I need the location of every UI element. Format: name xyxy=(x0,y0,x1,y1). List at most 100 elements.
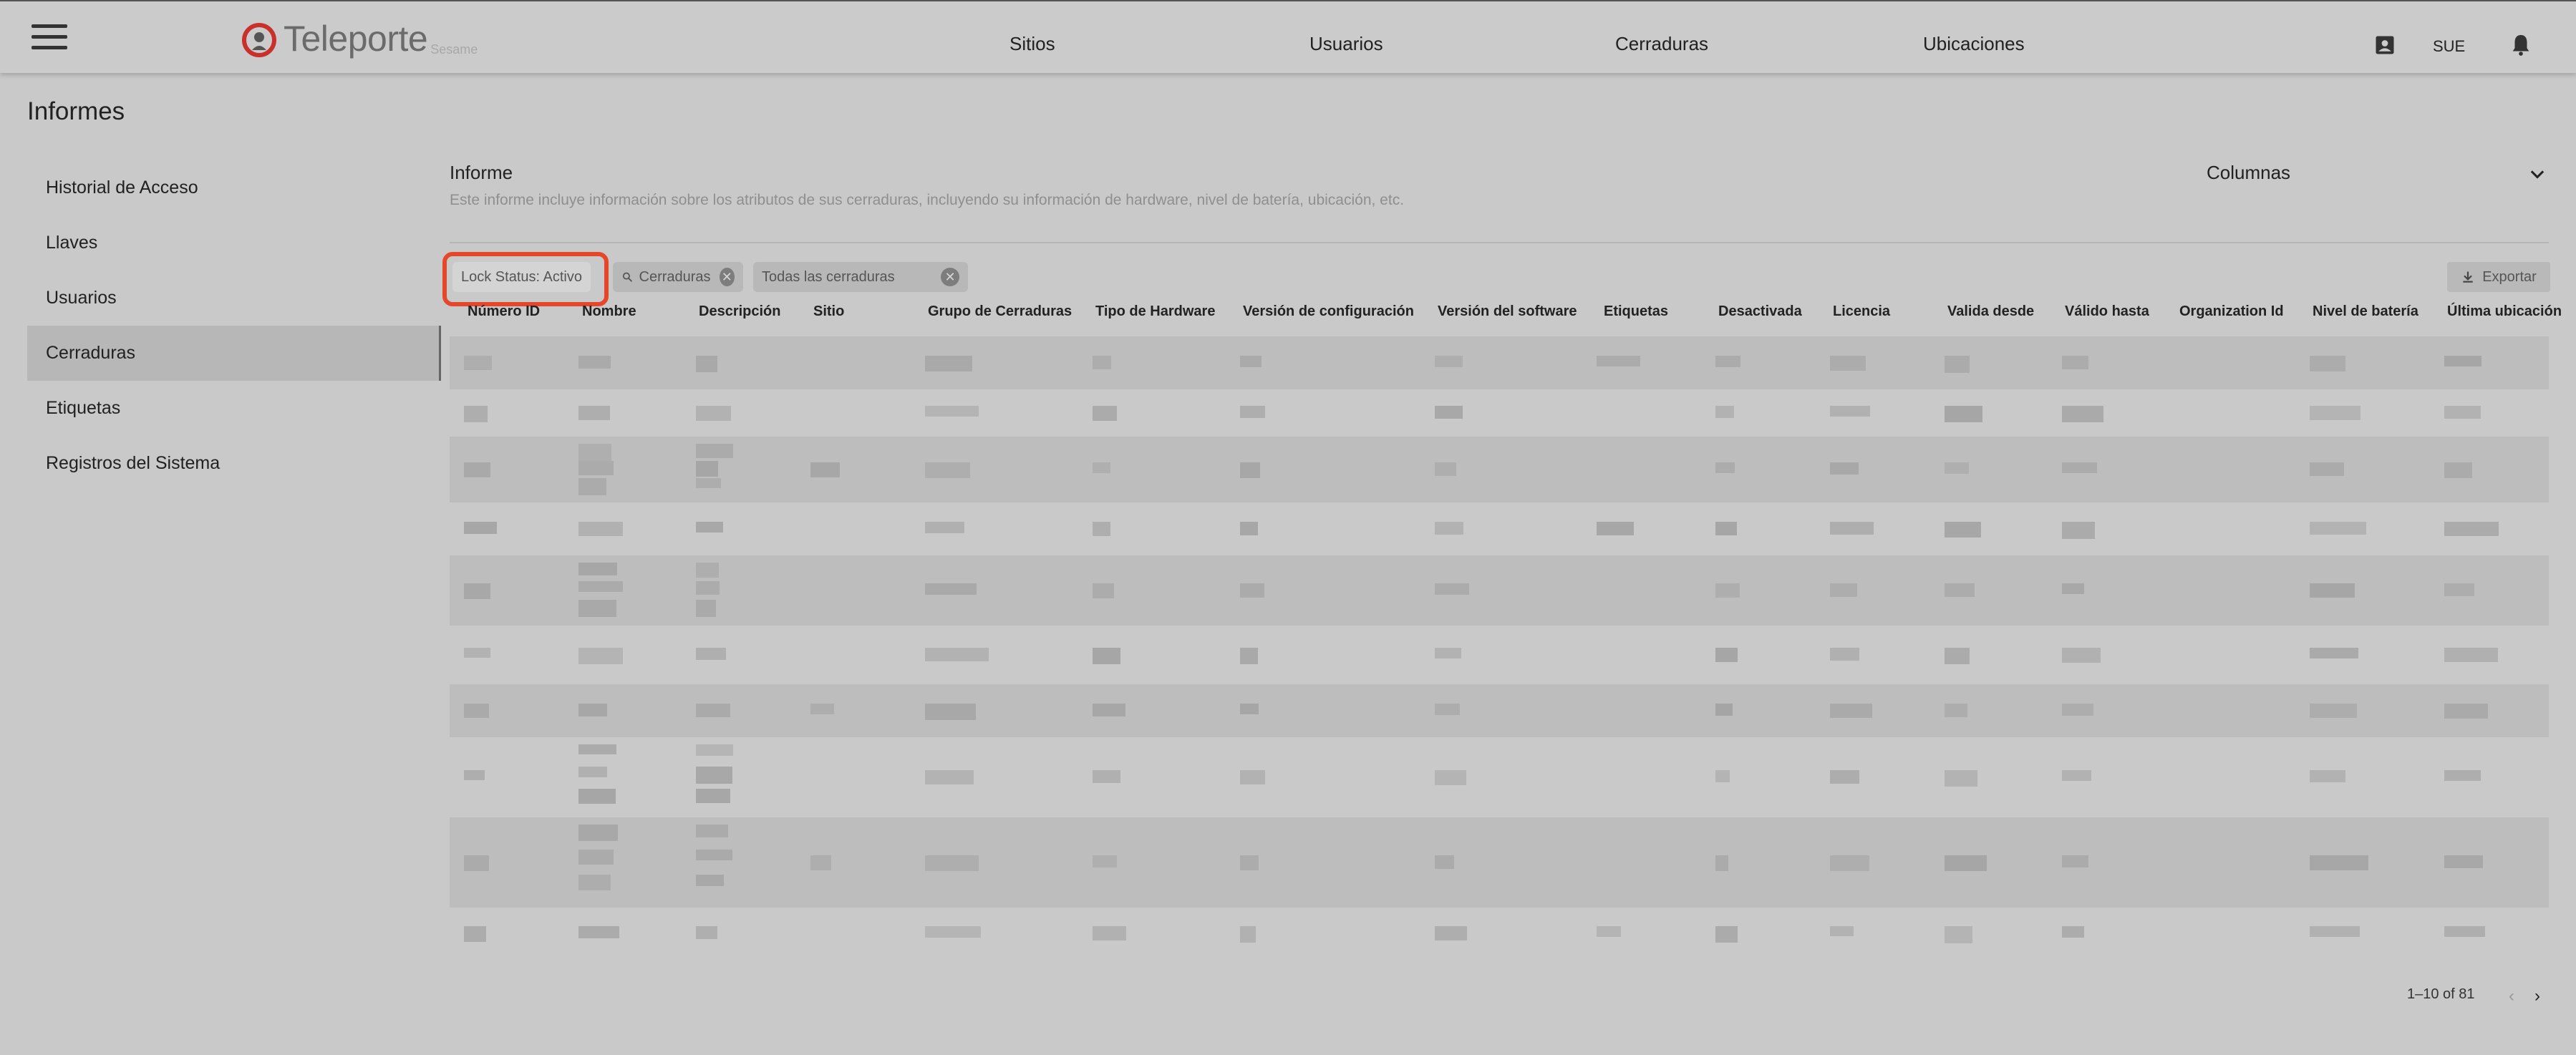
nav-usuarios[interactable]: Usuarios xyxy=(1309,33,1383,55)
blurred-cell xyxy=(1945,704,1967,717)
col-header[interactable]: Válido hasta xyxy=(2065,303,2149,320)
table-row[interactable] xyxy=(450,389,2549,437)
col-header[interactable]: Etiquetas xyxy=(1604,303,1668,320)
blurred-cell xyxy=(1240,648,1258,664)
sidebar-item-usuarios[interactable]: Usuarios xyxy=(27,271,441,326)
nav-sitios[interactable]: Sitios xyxy=(1009,33,1055,55)
report-heading: Informe xyxy=(450,162,513,183)
table-row[interactable] xyxy=(450,817,2549,908)
blurred-cell xyxy=(925,522,964,533)
table-header: Número ID Nombre Descripción Sitio Grupo… xyxy=(450,301,2562,335)
blurred-cell xyxy=(1945,356,1970,373)
blurred-cell xyxy=(2444,406,2481,419)
blurred-cell xyxy=(2444,855,2483,868)
sidebar-item-historial[interactable]: Historial de Acceso xyxy=(27,160,441,215)
blurred-cell xyxy=(696,850,732,860)
col-header[interactable]: Nombre xyxy=(582,303,636,320)
blurred-cell xyxy=(1715,648,1738,662)
col-header[interactable]: Versión del software xyxy=(1438,303,1577,320)
brand[interactable]: Teleporte Sesame xyxy=(242,19,478,59)
blurred-cell xyxy=(696,406,731,421)
table-row[interactable] xyxy=(450,502,2549,555)
blurred-cell xyxy=(1945,462,1969,474)
col-header[interactable]: Licencia xyxy=(1833,303,1890,320)
col-header[interactable]: Número ID xyxy=(468,303,540,320)
blurred-cell xyxy=(464,704,489,718)
blurred-cell xyxy=(1093,462,1110,473)
report-description: Este informe incluye información sobre l… xyxy=(450,192,1405,208)
table-row[interactable] xyxy=(450,684,2549,737)
blurred-cell xyxy=(578,478,606,495)
blurred-cell xyxy=(2444,356,2481,366)
prev-page-icon[interactable]: ‹ xyxy=(2509,986,2514,1006)
col-header[interactable]: Desactivada xyxy=(1718,303,1802,320)
table-row[interactable] xyxy=(450,437,2549,502)
clear-icon[interactable]: ✕ xyxy=(941,268,959,286)
blurred-cell xyxy=(2444,704,2488,719)
chevron-down-icon[interactable] xyxy=(2527,165,2547,185)
col-header[interactable]: Tipo de Hardware xyxy=(1095,303,1215,320)
blurred-cell xyxy=(810,855,831,870)
user-label[interactable]: SUE xyxy=(2433,37,2465,56)
next-page-icon[interactable]: › xyxy=(2534,986,2540,1006)
col-header[interactable]: Última ubicación xyxy=(2447,303,2562,320)
sidebar-item-llaves[interactable]: Llaves xyxy=(27,215,441,271)
blurred-cell xyxy=(1830,462,1859,475)
table-row[interactable] xyxy=(450,626,2549,684)
blurred-cell xyxy=(696,600,716,617)
sidebar-item-etiquetas[interactable]: Etiquetas xyxy=(27,381,441,436)
blurred-cell xyxy=(2444,583,2474,596)
blurred-cell xyxy=(1093,583,1114,598)
sidebar-item-cerraduras[interactable]: Cerraduras xyxy=(27,326,441,381)
blurred-cell xyxy=(2310,522,2366,535)
blurred-cell xyxy=(1830,855,1869,871)
blurred-cell xyxy=(1240,406,1265,418)
blurred-cell xyxy=(1715,926,1738,943)
col-header[interactable]: Descripción xyxy=(699,303,780,320)
blurred-cell xyxy=(696,767,732,784)
scope-chip[interactable]: Todas las cerraduras ✕ xyxy=(753,262,968,292)
blurred-cell xyxy=(464,522,497,534)
clear-icon[interactable]: ✕ xyxy=(719,268,735,286)
sidebar-item-registros[interactable]: Registros del Sistema xyxy=(27,436,441,491)
blurred-cell xyxy=(2062,583,2084,594)
blurred-cell xyxy=(1435,462,1456,476)
table-row[interactable] xyxy=(450,555,2549,626)
blurred-cell xyxy=(578,767,607,777)
blurred-cell xyxy=(2062,522,2095,539)
nav-ubicaciones[interactable]: Ubicaciones xyxy=(1923,33,2025,55)
blurred-cell xyxy=(2062,462,2097,473)
nav-cerraduras[interactable]: Cerraduras xyxy=(1615,33,1708,55)
blurred-cell xyxy=(1240,356,1262,367)
blurred-cell xyxy=(578,648,623,664)
table-row[interactable] xyxy=(450,908,2549,959)
blurred-cell xyxy=(925,406,979,417)
col-header[interactable]: Nivel de batería xyxy=(2313,303,2418,320)
bell-icon[interactable] xyxy=(2509,33,2533,57)
blurred-cell xyxy=(1715,583,1740,598)
col-header[interactable]: Organization Id xyxy=(2179,303,2284,320)
blurred-cell xyxy=(1435,406,1463,419)
export-button[interactable]: Exportar xyxy=(2447,262,2550,292)
blurred-cell xyxy=(1093,406,1117,421)
blurred-cell xyxy=(2444,770,2481,781)
col-header[interactable]: Versión de configuración xyxy=(1243,303,1414,320)
col-header[interactable]: Sitio xyxy=(813,303,844,320)
blurred-cell xyxy=(810,462,840,477)
blurred-cell xyxy=(1945,770,1977,787)
blurred-cell xyxy=(464,648,490,658)
table-row[interactable] xyxy=(450,336,2549,389)
table-row[interactable] xyxy=(450,737,2549,817)
blurred-cell xyxy=(1830,406,1870,417)
blurred-cell xyxy=(2444,648,2498,662)
col-header[interactable]: Valida desde xyxy=(1947,303,2034,320)
blurred-cell xyxy=(1597,522,1634,535)
columns-toggle[interactable]: Columnas xyxy=(2207,162,2290,184)
blurred-cell xyxy=(578,704,607,716)
col-header[interactable]: Grupo de Cerraduras xyxy=(928,303,1072,320)
account-box-icon[interactable] xyxy=(2374,34,2396,56)
blurred-cell xyxy=(696,789,730,803)
blurred-cell xyxy=(1240,926,1256,943)
search-chip[interactable]: Cerraduras ✕ xyxy=(613,262,743,292)
menu-icon[interactable] xyxy=(32,24,67,50)
